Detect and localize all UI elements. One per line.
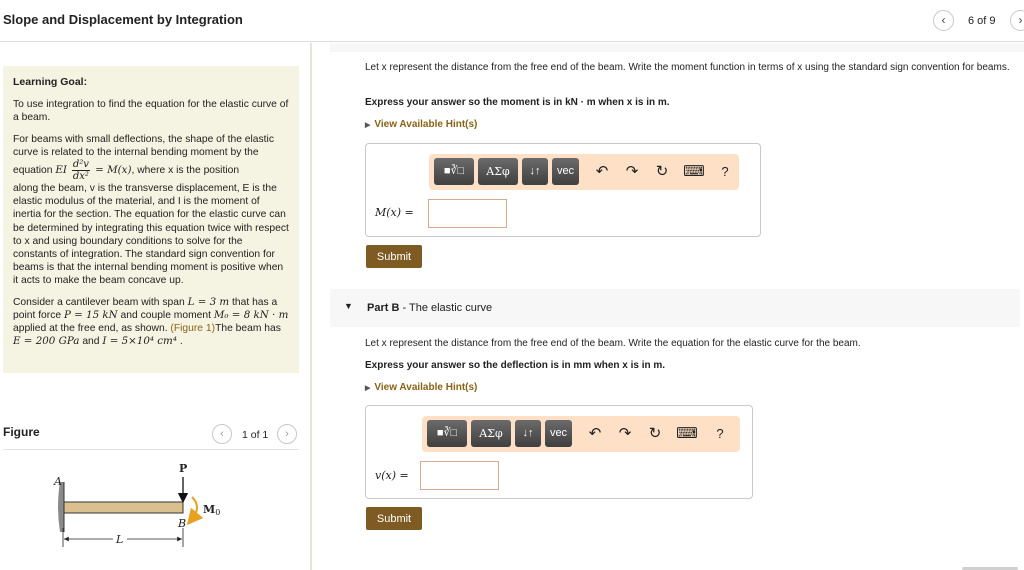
vec-icon: vec bbox=[549, 427, 568, 439]
learning-goal-heading: Learning Goal: bbox=[13, 76, 88, 88]
arrows-button[interactable]: ↓↑ bbox=[515, 420, 541, 447]
part-b-answer-box: ■∛□ ΑΣφ ↓↑ vec ↶ ↷ ↻ ⌨ ? v(x) = bbox=[365, 405, 753, 499]
part-b-answer-input[interactable] bbox=[420, 461, 499, 490]
collapse-triangle-icon[interactable]: ▼ bbox=[344, 301, 353, 311]
templates-icon: ■∛□ bbox=[436, 427, 458, 439]
learning-goal-description: For beams with small deflections, the sh… bbox=[13, 133, 289, 287]
greek-symbols-button[interactable]: ΑΣφ bbox=[478, 158, 518, 185]
part-a-submit-button[interactable]: Submit bbox=[366, 245, 422, 268]
reset-icon[interactable]: ↻ bbox=[644, 421, 666, 446]
undo-icon[interactable]: ↶ bbox=[584, 421, 606, 446]
part-b-instruction: Express your answer so the deflection is… bbox=[365, 360, 666, 371]
templates-button[interactable]: ■∛□ bbox=[427, 420, 467, 447]
next-page-button[interactable]: › bbox=[1010, 10, 1024, 31]
derivative-fraction: d²v dx² bbox=[71, 159, 90, 183]
fixed-support-wall bbox=[58, 482, 64, 532]
reset-icon[interactable]: ↻ bbox=[651, 159, 673, 184]
arrows-button[interactable]: ↓↑ bbox=[522, 158, 548, 185]
part-b-submit-button[interactable]: Submit bbox=[366, 507, 422, 530]
part-b-answer-label: v(x) = bbox=[375, 469, 409, 482]
label-b: B bbox=[177, 517, 186, 530]
learning-goal-panel: Learning Goal: To use integration to fin… bbox=[3, 66, 299, 373]
part-a-instruction: Express your answer so the moment is in … bbox=[365, 97, 670, 108]
part-b-title: Part B - The elastic curve bbox=[367, 302, 493, 314]
templates-button[interactable]: ■∛□ bbox=[434, 158, 474, 185]
part-a-prompt: Let x represent the distance from the fr… bbox=[365, 62, 1010, 73]
part-a-math-toolbar: ■∛□ ΑΣφ ↓↑ vec ↶ ↷ ↻ ⌨ ? bbox=[429, 154, 739, 190]
chevron-left-icon: ‹ bbox=[941, 13, 946, 27]
greek-icon: ΑΣφ bbox=[479, 427, 503, 440]
figure-heading: Figure bbox=[3, 425, 40, 439]
chevron-left-icon: ‹ bbox=[220, 428, 224, 440]
part-a-hint-link[interactable]: ▶ View Available Hint(s) bbox=[365, 119, 477, 130]
chevron-right-icon: › bbox=[285, 428, 289, 440]
panel-divider[interactable] bbox=[310, 43, 312, 570]
vector-button[interactable]: vec bbox=[552, 158, 579, 185]
beam bbox=[63, 501, 184, 514]
vector-button[interactable]: vec bbox=[545, 420, 572, 447]
equation: equation EI d²v dx² = M(x), where x is th… bbox=[13, 159, 240, 183]
part-b-math-toolbar: ■∛□ ΑΣφ ↓↑ vec ↶ ↷ ↻ ⌨ ? bbox=[422, 416, 740, 452]
greek-symbols-button[interactable]: ΑΣφ bbox=[471, 420, 511, 447]
templates-icon: ■∛□ bbox=[443, 165, 465, 177]
figure-divider bbox=[3, 449, 299, 450]
help-icon[interactable]: ? bbox=[709, 421, 731, 446]
problem-statement: Consider a cantilever beam with span L =… bbox=[13, 295, 289, 348]
part-b-header[interactable]: ▼ Part B - The elastic curve bbox=[330, 289, 1020, 327]
arrows-icon: ↓↑ bbox=[522, 427, 534, 439]
part-a-answer-input[interactable] bbox=[428, 199, 507, 228]
redo-icon[interactable]: ↷ bbox=[614, 421, 636, 446]
label-a: A bbox=[53, 475, 62, 488]
previous-page-button[interactable]: ‹ bbox=[933, 10, 954, 31]
part-a-answer-label: M(x) = bbox=[375, 206, 414, 219]
undo-icon[interactable]: ↶ bbox=[591, 159, 613, 184]
label-m0: M0 bbox=[203, 503, 220, 517]
greek-icon: ΑΣφ bbox=[486, 165, 510, 178]
figure-link[interactable]: (Figure 1) bbox=[170, 323, 215, 334]
part-a-answer-box: ■∛□ ΑΣφ ↓↑ vec ↶ ↷ ↻ ⌨ ? M(x) = bbox=[365, 143, 761, 237]
caret-right-icon: ▶ bbox=[365, 385, 371, 392]
page-counter: 6 of 9 bbox=[968, 15, 996, 27]
help-icon[interactable]: ? bbox=[714, 159, 736, 184]
header-bar: Slope and Displacement by Integration ‹ … bbox=[0, 0, 1024, 42]
cantilever-beam-figure: A B P M0 L bbox=[53, 462, 220, 547]
learning-goal-text: To use integration to find the equation … bbox=[13, 99, 289, 124]
caret-right-icon: ▶ bbox=[365, 122, 371, 129]
keyboard-icon[interactable]: ⌨ bbox=[683, 159, 705, 184]
vec-icon: vec bbox=[556, 165, 575, 177]
moment-arrow-m0 bbox=[186, 496, 204, 526]
part-b-prompt: Let x represent the distance from the fr… bbox=[365, 338, 861, 349]
figure-counter: 1 of 1 bbox=[242, 429, 269, 441]
chevron-right-icon: › bbox=[1018, 13, 1023, 27]
figure-next-button[interactable]: › bbox=[277, 424, 297, 444]
keyboard-icon[interactable]: ⌨ bbox=[676, 421, 698, 446]
label-p: P bbox=[179, 462, 187, 475]
page-title: Slope and Displacement by Integration bbox=[3, 12, 243, 27]
arrows-icon: ↓↑ bbox=[529, 165, 541, 177]
part-b-hint-link[interactable]: ▶ View Available Hint(s) bbox=[365, 382, 477, 393]
part-a-header-band bbox=[330, 43, 1024, 52]
redo-icon[interactable]: ↷ bbox=[621, 159, 643, 184]
figure-previous-button[interactable]: ‹ bbox=[212, 424, 232, 444]
label-l: L bbox=[115, 533, 123, 546]
